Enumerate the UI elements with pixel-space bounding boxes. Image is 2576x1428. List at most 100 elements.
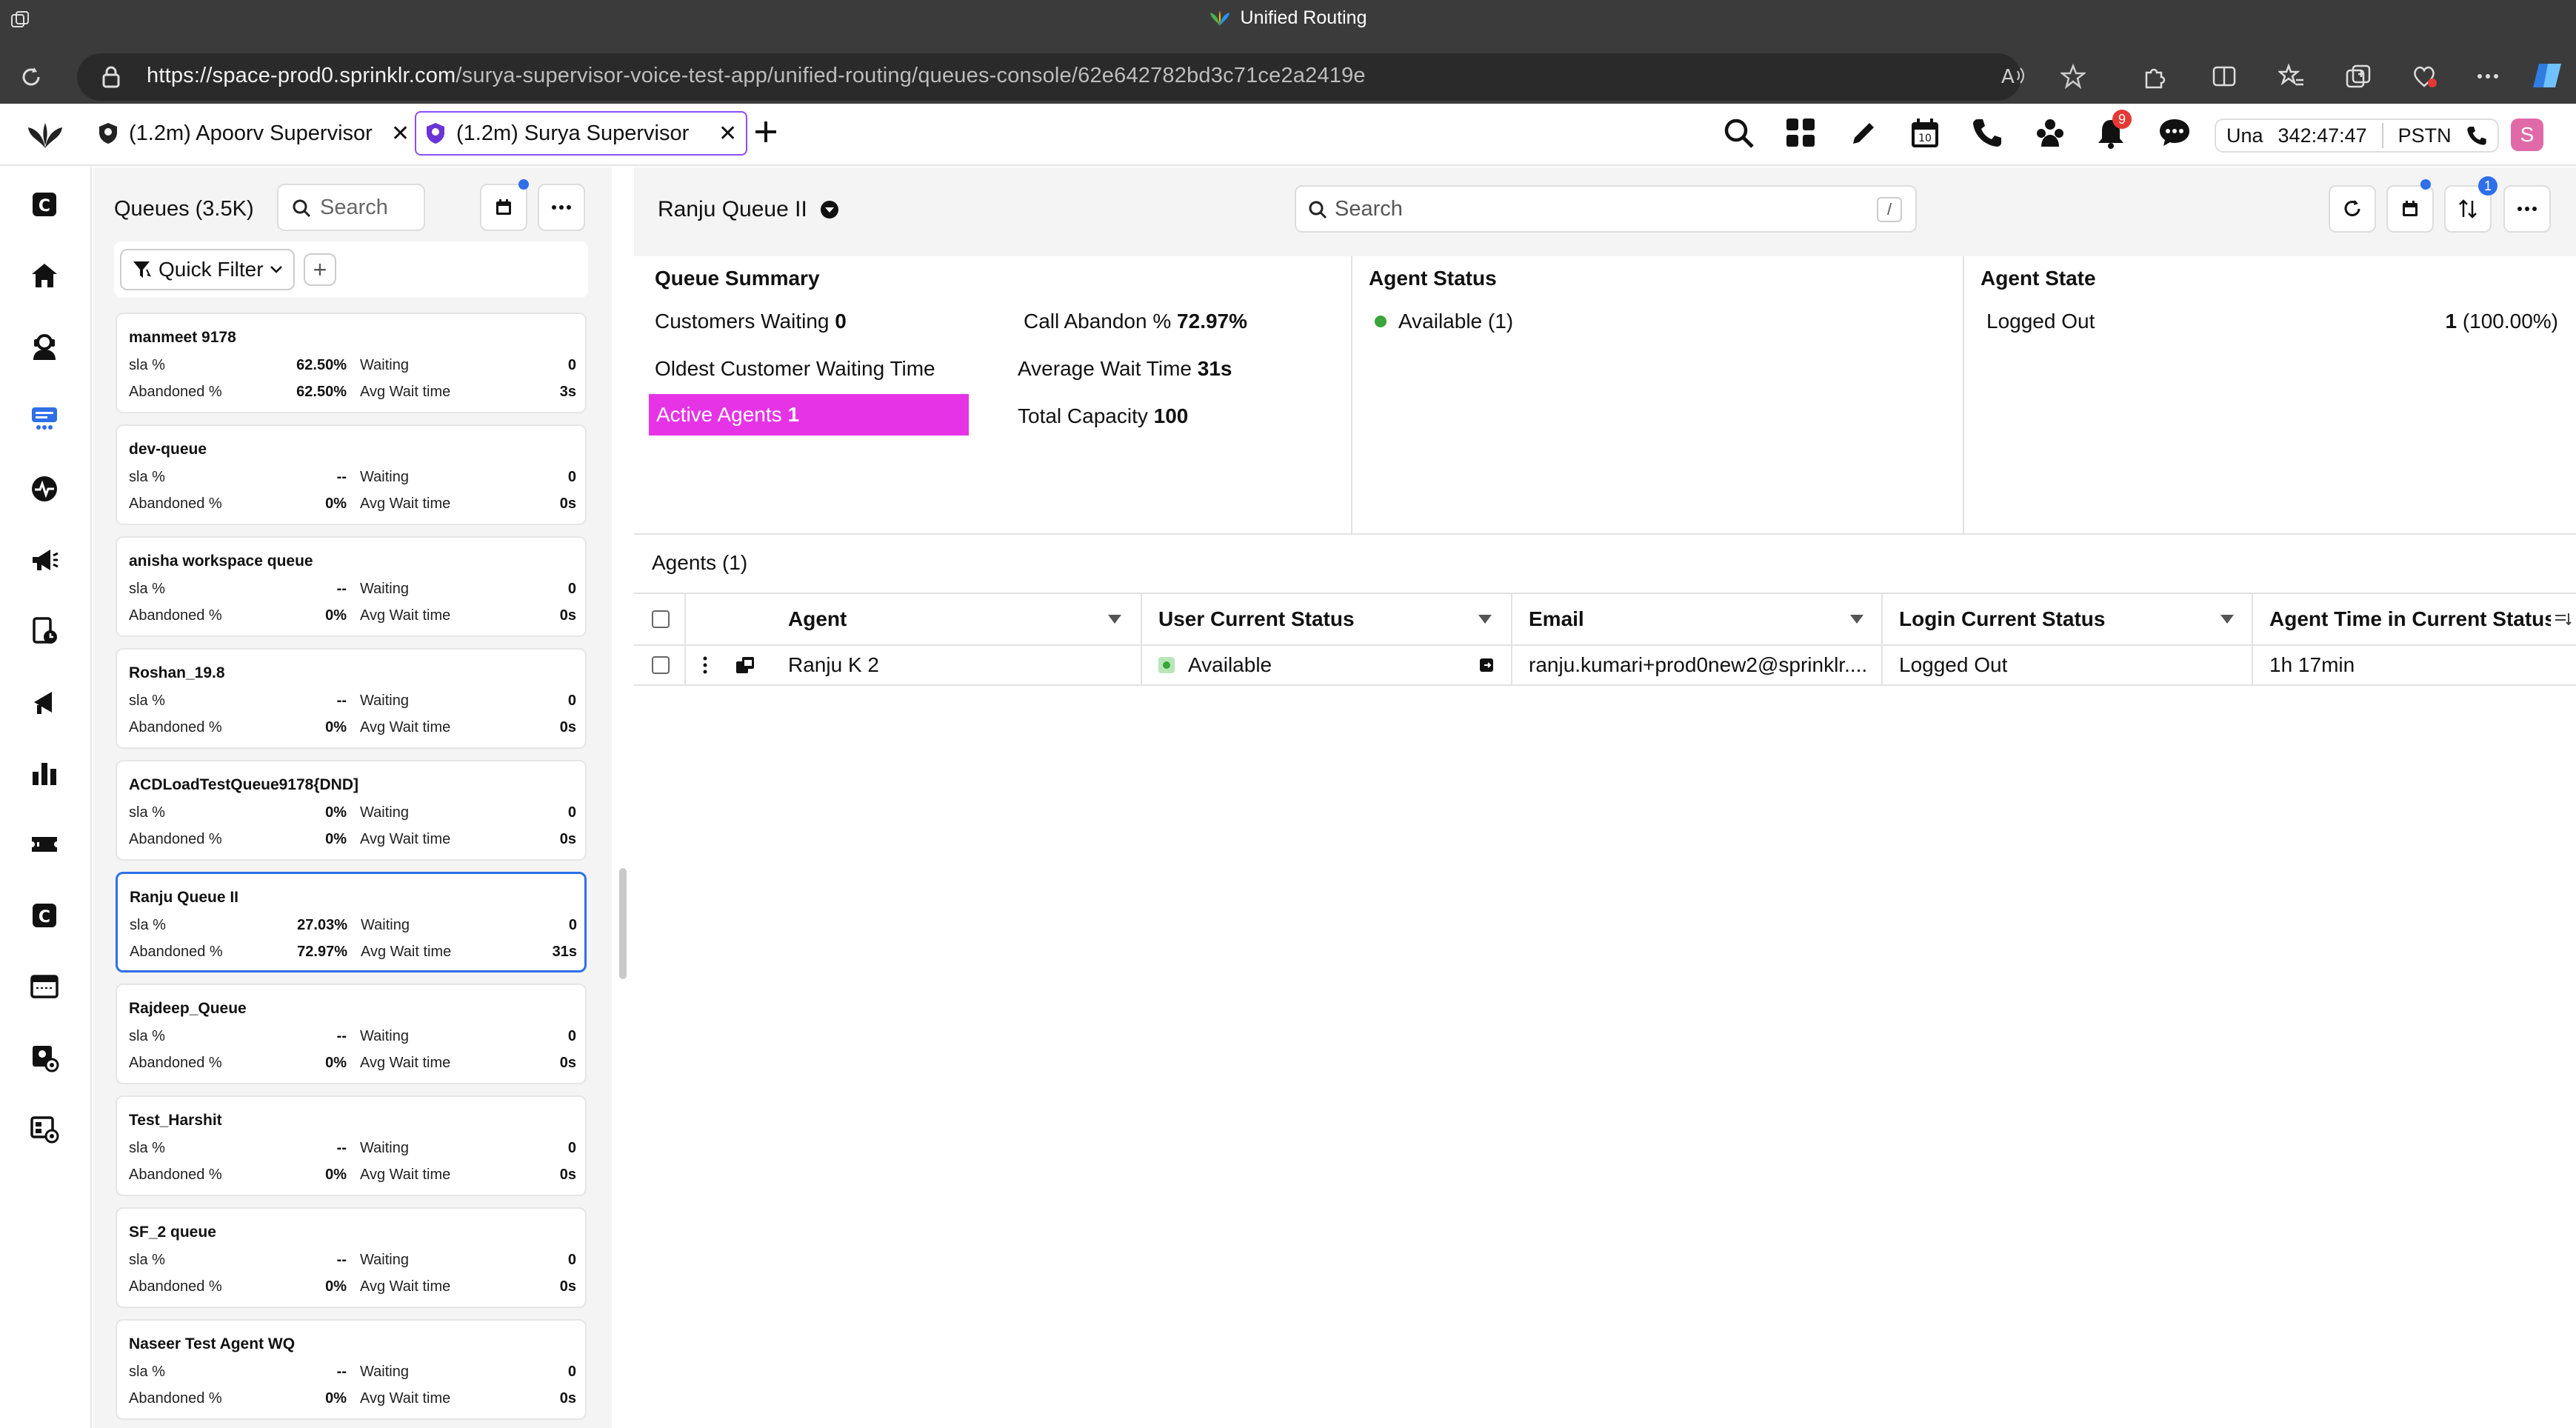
url-text[interactable]: https://space-prod0.sprinklr.com/surya-s… xyxy=(147,64,1366,88)
care-console-icon[interactable]: C xyxy=(30,190,59,219)
column-agent-time-in-current-status[interactable]: Agent Time in Current Status xyxy=(2269,594,2551,644)
date-range-button[interactable] xyxy=(2386,179,2434,233)
apps-grid-icon[interactable] xyxy=(1785,117,1816,148)
agent-profile-icon[interactable] xyxy=(735,646,755,684)
sla-value: -- xyxy=(336,469,347,485)
indicator-dot xyxy=(518,179,529,190)
reporting-bar-chart-icon[interactable] xyxy=(30,758,59,788)
queue-selector[interactable]: Ranju Queue II xyxy=(658,197,840,222)
dropdown-circle-icon xyxy=(820,201,838,218)
avg-wait-label: Avg Wait time xyxy=(360,719,451,735)
agent-email: ranju.kumari+prod0new2@sprinklr.... xyxy=(1529,653,1868,676)
abandoned-value: 0% xyxy=(325,1390,347,1407)
extensions-icon[interactable] xyxy=(2142,64,2167,89)
column-user-current-status[interactable]: User Current Status xyxy=(1158,594,1469,644)
queue-card[interactable]: Roshan_19.8 sla % -- Waiting 0 Abandoned % 0% A… xyxy=(116,648,587,749)
copilot-icon[interactable] xyxy=(2532,61,2564,90)
lock-icon[interactable] xyxy=(101,65,121,89)
queue-list-scrollbar[interactable] xyxy=(619,868,627,979)
tab-apoorv-supervisor[interactable]: (1.2m) Apoorv Supervisor ✕ xyxy=(89,111,418,156)
broadcast-icon[interactable] xyxy=(30,687,59,717)
reload-icon[interactable] xyxy=(19,65,43,89)
sla-value: -- xyxy=(336,581,347,597)
add-filter-button[interactable]: + xyxy=(304,253,336,286)
browser-essentials-icon[interactable] xyxy=(2412,64,2438,89)
unified-routing-icon[interactable] xyxy=(30,403,59,433)
svg-text:C: C xyxy=(39,197,50,216)
queue-card-name: Roshan_19.8 xyxy=(129,664,225,681)
agent-settings-icon[interactable] xyxy=(30,1043,59,1072)
scheduled-report-icon[interactable] xyxy=(30,616,59,646)
chevron-down-icon[interactable] xyxy=(1478,615,1492,624)
queue-card[interactable]: dev-queue sla % -- Waiting 0 Abandoned % 0% Avg… xyxy=(116,424,587,525)
queue-date-range-button[interactable] xyxy=(480,179,529,231)
refresh-button[interactable] xyxy=(2329,185,2376,233)
tab-surya-supervisor[interactable]: (1.2m) Surya Supervisor ✕ xyxy=(415,111,748,156)
column-agent[interactable]: Agent xyxy=(788,594,995,644)
timer-value: 342:47:47 xyxy=(2278,124,2367,147)
more-menu-icon[interactable] xyxy=(2475,64,2500,89)
select-all-checkbox[interactable] xyxy=(652,594,670,644)
queue-search-input[interactable]: Search xyxy=(277,184,425,231)
sprinklr-home-icon[interactable] xyxy=(27,121,64,151)
queue-card[interactable]: Rajdeep_Queue sla % -- Waiting 0 Abandoned % 0… xyxy=(116,984,587,1084)
close-icon[interactable]: ✕ xyxy=(391,121,410,147)
column-email[interactable]: Email xyxy=(1529,594,1825,644)
row-actions-icon[interactable] xyxy=(702,646,708,684)
agent-search-input[interactable]: Search / xyxy=(1295,185,1917,233)
sla-label: sla % xyxy=(129,1252,165,1268)
split-screen-icon[interactable] xyxy=(2212,64,2237,89)
waiting-label: Waiting xyxy=(361,917,410,933)
queue-card[interactable]: Test_Harshit sla % -- Waiting 0 Abandoned % 0%… xyxy=(116,1095,587,1196)
browser-window-icon[interactable] xyxy=(30,972,59,1001)
change-status-icon[interactable] xyxy=(1478,646,1495,684)
queue-card[interactable]: anisha workspace queue sla % -- Waiting 0 Aba… xyxy=(116,536,587,637)
column-menu-icon[interactable] xyxy=(2554,594,2572,644)
chevron-down-icon[interactable] xyxy=(1108,615,1121,624)
queue-card[interactable]: manmeet 9178 sla % 62.50% Waiting 0 Abandoned… xyxy=(116,313,587,413)
more-dots-icon xyxy=(2517,207,2537,211)
ticket-icon[interactable] xyxy=(30,830,59,859)
phone-icon[interactable] xyxy=(1972,117,2003,148)
calendar-icon[interactable]: 10 xyxy=(1909,117,1941,150)
campaign-megaphone-icon[interactable] xyxy=(30,545,59,575)
table-row[interactable]: Ranju K 2 Available ranju.kumari+prod0ne… xyxy=(634,646,2576,686)
home-icon[interactable] xyxy=(30,261,59,290)
queue-card[interactable]: ACDLoadTestQueue9178{DND] sla % 0% Waiting 0… xyxy=(116,760,587,861)
quick-filter-dropdown[interactable]: Quick Filter xyxy=(120,249,295,290)
more-options-button[interactable] xyxy=(2503,185,2551,233)
avg-wait-label: Avg Wait time xyxy=(360,1055,451,1071)
collections-icon[interactable] xyxy=(2345,64,2372,89)
compose-pencil-icon[interactable] xyxy=(1849,117,1880,148)
favorite-star-icon[interactable] xyxy=(2061,64,2086,89)
read-aloud-icon[interactable]: A xyxy=(2001,65,2026,87)
chevron-down-icon[interactable] xyxy=(2220,615,2234,624)
queue-card[interactable]: Naseer Test Agent WQ sla % -- Waiting 0 Aband… xyxy=(116,1319,587,1420)
dashboard-settings-icon[interactable] xyxy=(30,1114,59,1144)
agent-status-timer[interactable]: Una 342:47:47 PSTN xyxy=(2215,119,2499,153)
agent-headset-icon[interactable] xyxy=(30,332,59,361)
queue-card[interactable]: Ranju Queue II sla % 27.03% Waiting 0 Abandon… xyxy=(116,872,587,972)
abandoned-value: 0% xyxy=(325,607,347,624)
user-avatar[interactable]: S xyxy=(2511,119,2543,151)
search-icon xyxy=(293,199,311,218)
active-agents[interactable]: Active Agents 1 xyxy=(649,394,969,436)
sort-button[interactable]: 1 xyxy=(2444,176,2497,233)
agent-team-icon[interactable] xyxy=(2034,117,2066,148)
close-icon[interactable]: ✕ xyxy=(718,121,737,147)
agent-name[interactable]: Ranju K 2 xyxy=(788,646,879,684)
row-checkbox[interactable] xyxy=(652,646,670,684)
column-login-current-status[interactable]: Login Current Status xyxy=(1899,594,2195,644)
care-app-icon[interactable]: C xyxy=(30,901,59,930)
chat-icon[interactable] xyxy=(2158,117,2191,148)
available-legend[interactable]: Available (1) xyxy=(1375,310,1513,333)
queue-card[interactable]: SF_2 queue sla % -- Waiting 0 Abandoned % 0% Av… xyxy=(116,1207,587,1308)
favorites-icon[interactable] xyxy=(2278,64,2305,89)
new-tab-plus-icon[interactable] xyxy=(753,119,779,145)
activity-pulse-icon[interactable] xyxy=(30,474,59,504)
queue-more-options-button[interactable] xyxy=(538,184,585,231)
search-icon[interactable] xyxy=(1723,117,1755,150)
calendar-icon xyxy=(496,199,511,215)
chevron-down-icon[interactable] xyxy=(1850,615,1863,624)
abandoned-value: 0% xyxy=(325,1278,347,1295)
